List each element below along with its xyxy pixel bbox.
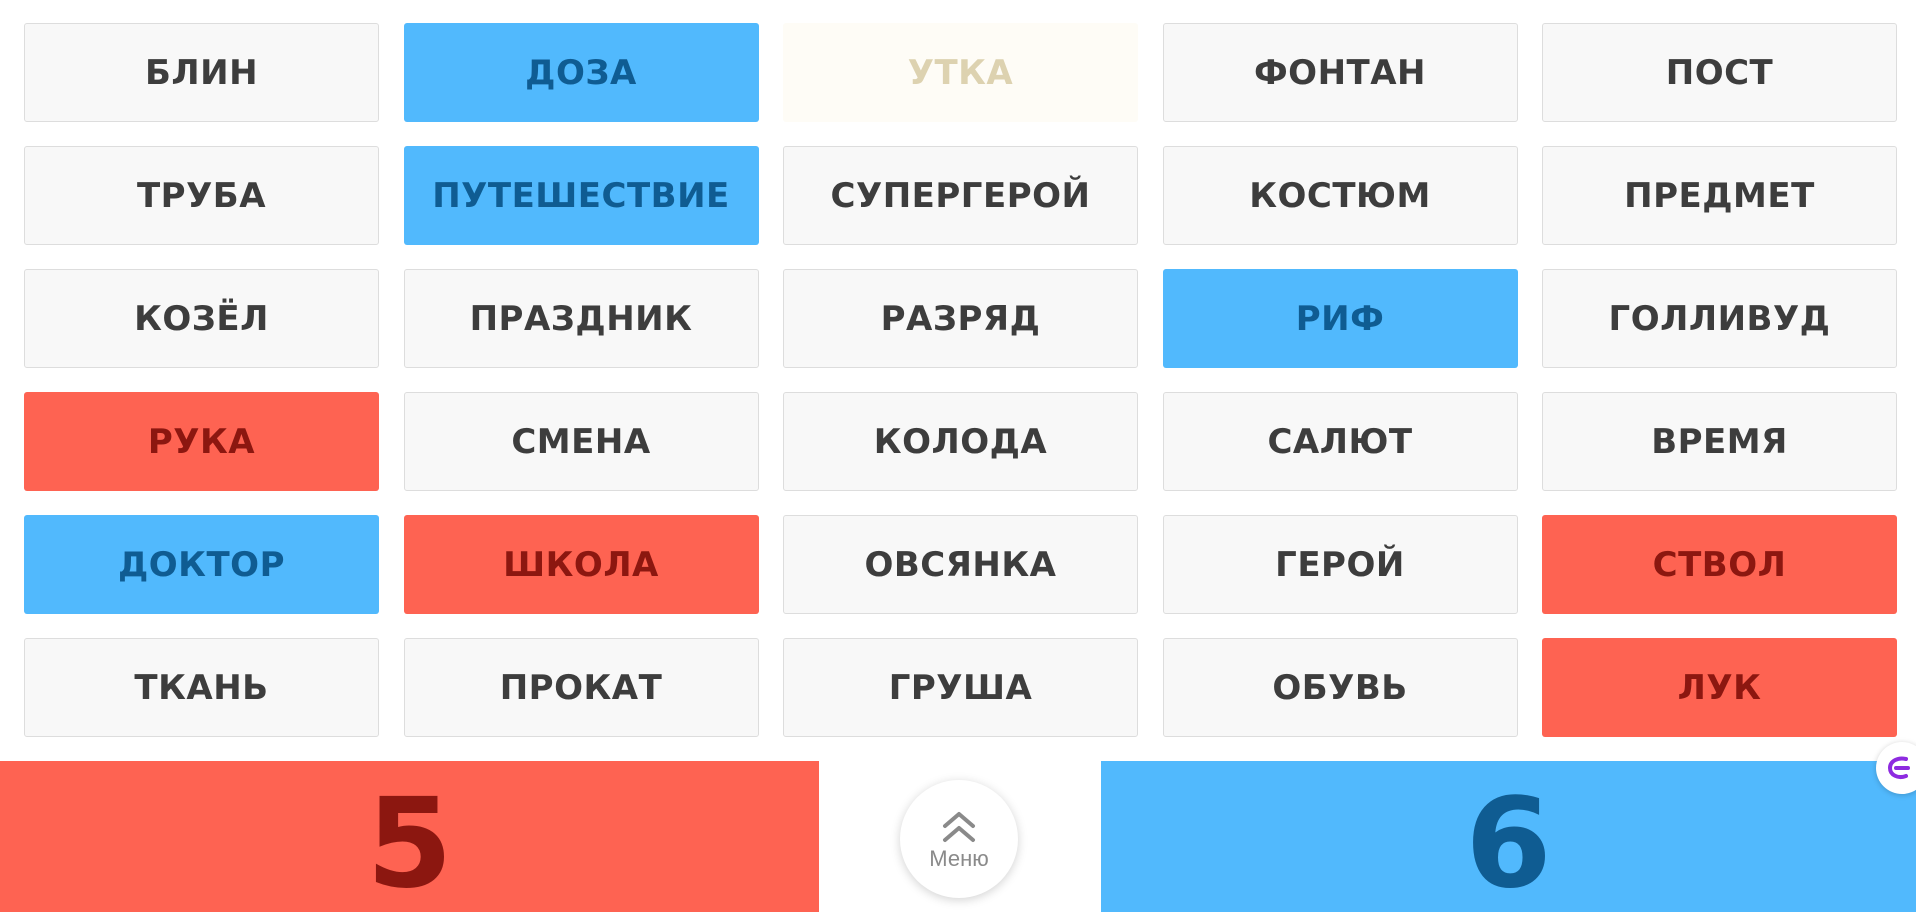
word-card[interactable]: КОЗЁЛ <box>24 269 379 368</box>
word-board: БЛИН ДОЗА УТКА ФОНТАН ПОСТ ТРУБА ПУТЕШЕСТВИЕ СУ… <box>24 23 1897 738</box>
word-card[interactable]: ГЕРОЙ <box>1162 515 1518 614</box>
menu-button[interactable]: Меню <box>900 780 1018 898</box>
word-card[interactable]: РУКА <box>24 392 379 491</box>
word-card[interactable]: ПРЕДМЕТ <box>1542 146 1897 245</box>
double-chevron-up-icon <box>943 812 975 842</box>
menu-label: Меню <box>929 846 989 871</box>
word-card[interactable]: ШКОЛА <box>403 515 759 614</box>
blue-team-score: 6 <box>1465 771 1552 916</box>
word-card[interactable]: САЛЮТ <box>1162 392 1518 491</box>
word-card[interactable]: ПУТЕШЕСТВИЕ <box>403 146 759 245</box>
word-card[interactable]: ОВСЯНКА <box>783 515 1138 614</box>
word-card[interactable]: СУПЕРГЕРОЙ <box>783 146 1138 245</box>
word-card[interactable]: ДОЗА <box>403 23 759 122</box>
word-card[interactable]: СТВОЛ <box>1542 515 1897 614</box>
word-card[interactable]: ОБУВЬ <box>1162 638 1518 737</box>
word-card[interactable]: ТКАНЬ <box>24 638 379 737</box>
word-card[interactable]: ПРОКАТ <box>403 638 759 737</box>
word-card[interactable]: ПОСТ <box>1542 23 1897 122</box>
word-card[interactable]: ГРУША <box>783 638 1138 737</box>
widget-logo-icon <box>1887 756 1910 779</box>
word-card[interactable]: ПРАЗДНИК <box>403 269 759 368</box>
word-card[interactable]: ВРЕМЯ <box>1542 392 1897 491</box>
red-team-score-panel: 5 <box>0 761 819 912</box>
word-card[interactable]: ФОНТАН <box>1162 23 1518 122</box>
word-card[interactable]: ТРУБА <box>24 146 379 245</box>
word-card[interactable]: УТКА <box>783 23 1138 122</box>
word-card[interactable]: РИФ <box>1162 269 1518 368</box>
red-team-score: 5 <box>366 771 453 916</box>
word-card[interactable]: КОЛОДА <box>783 392 1138 491</box>
word-card[interactable]: БЛИН <box>24 23 379 122</box>
word-card[interactable]: КОСТЮМ <box>1162 146 1518 245</box>
word-card[interactable]: ГОЛЛИВУД <box>1542 269 1897 368</box>
word-card[interactable]: РАЗРЯД <box>783 269 1138 368</box>
blue-team-score-panel: 6 <box>1101 761 1916 912</box>
word-card[interactable]: ЛУК <box>1542 638 1897 737</box>
word-card[interactable]: ДОКТОР <box>24 515 379 614</box>
word-card[interactable]: СМЕНА <box>403 392 759 491</box>
